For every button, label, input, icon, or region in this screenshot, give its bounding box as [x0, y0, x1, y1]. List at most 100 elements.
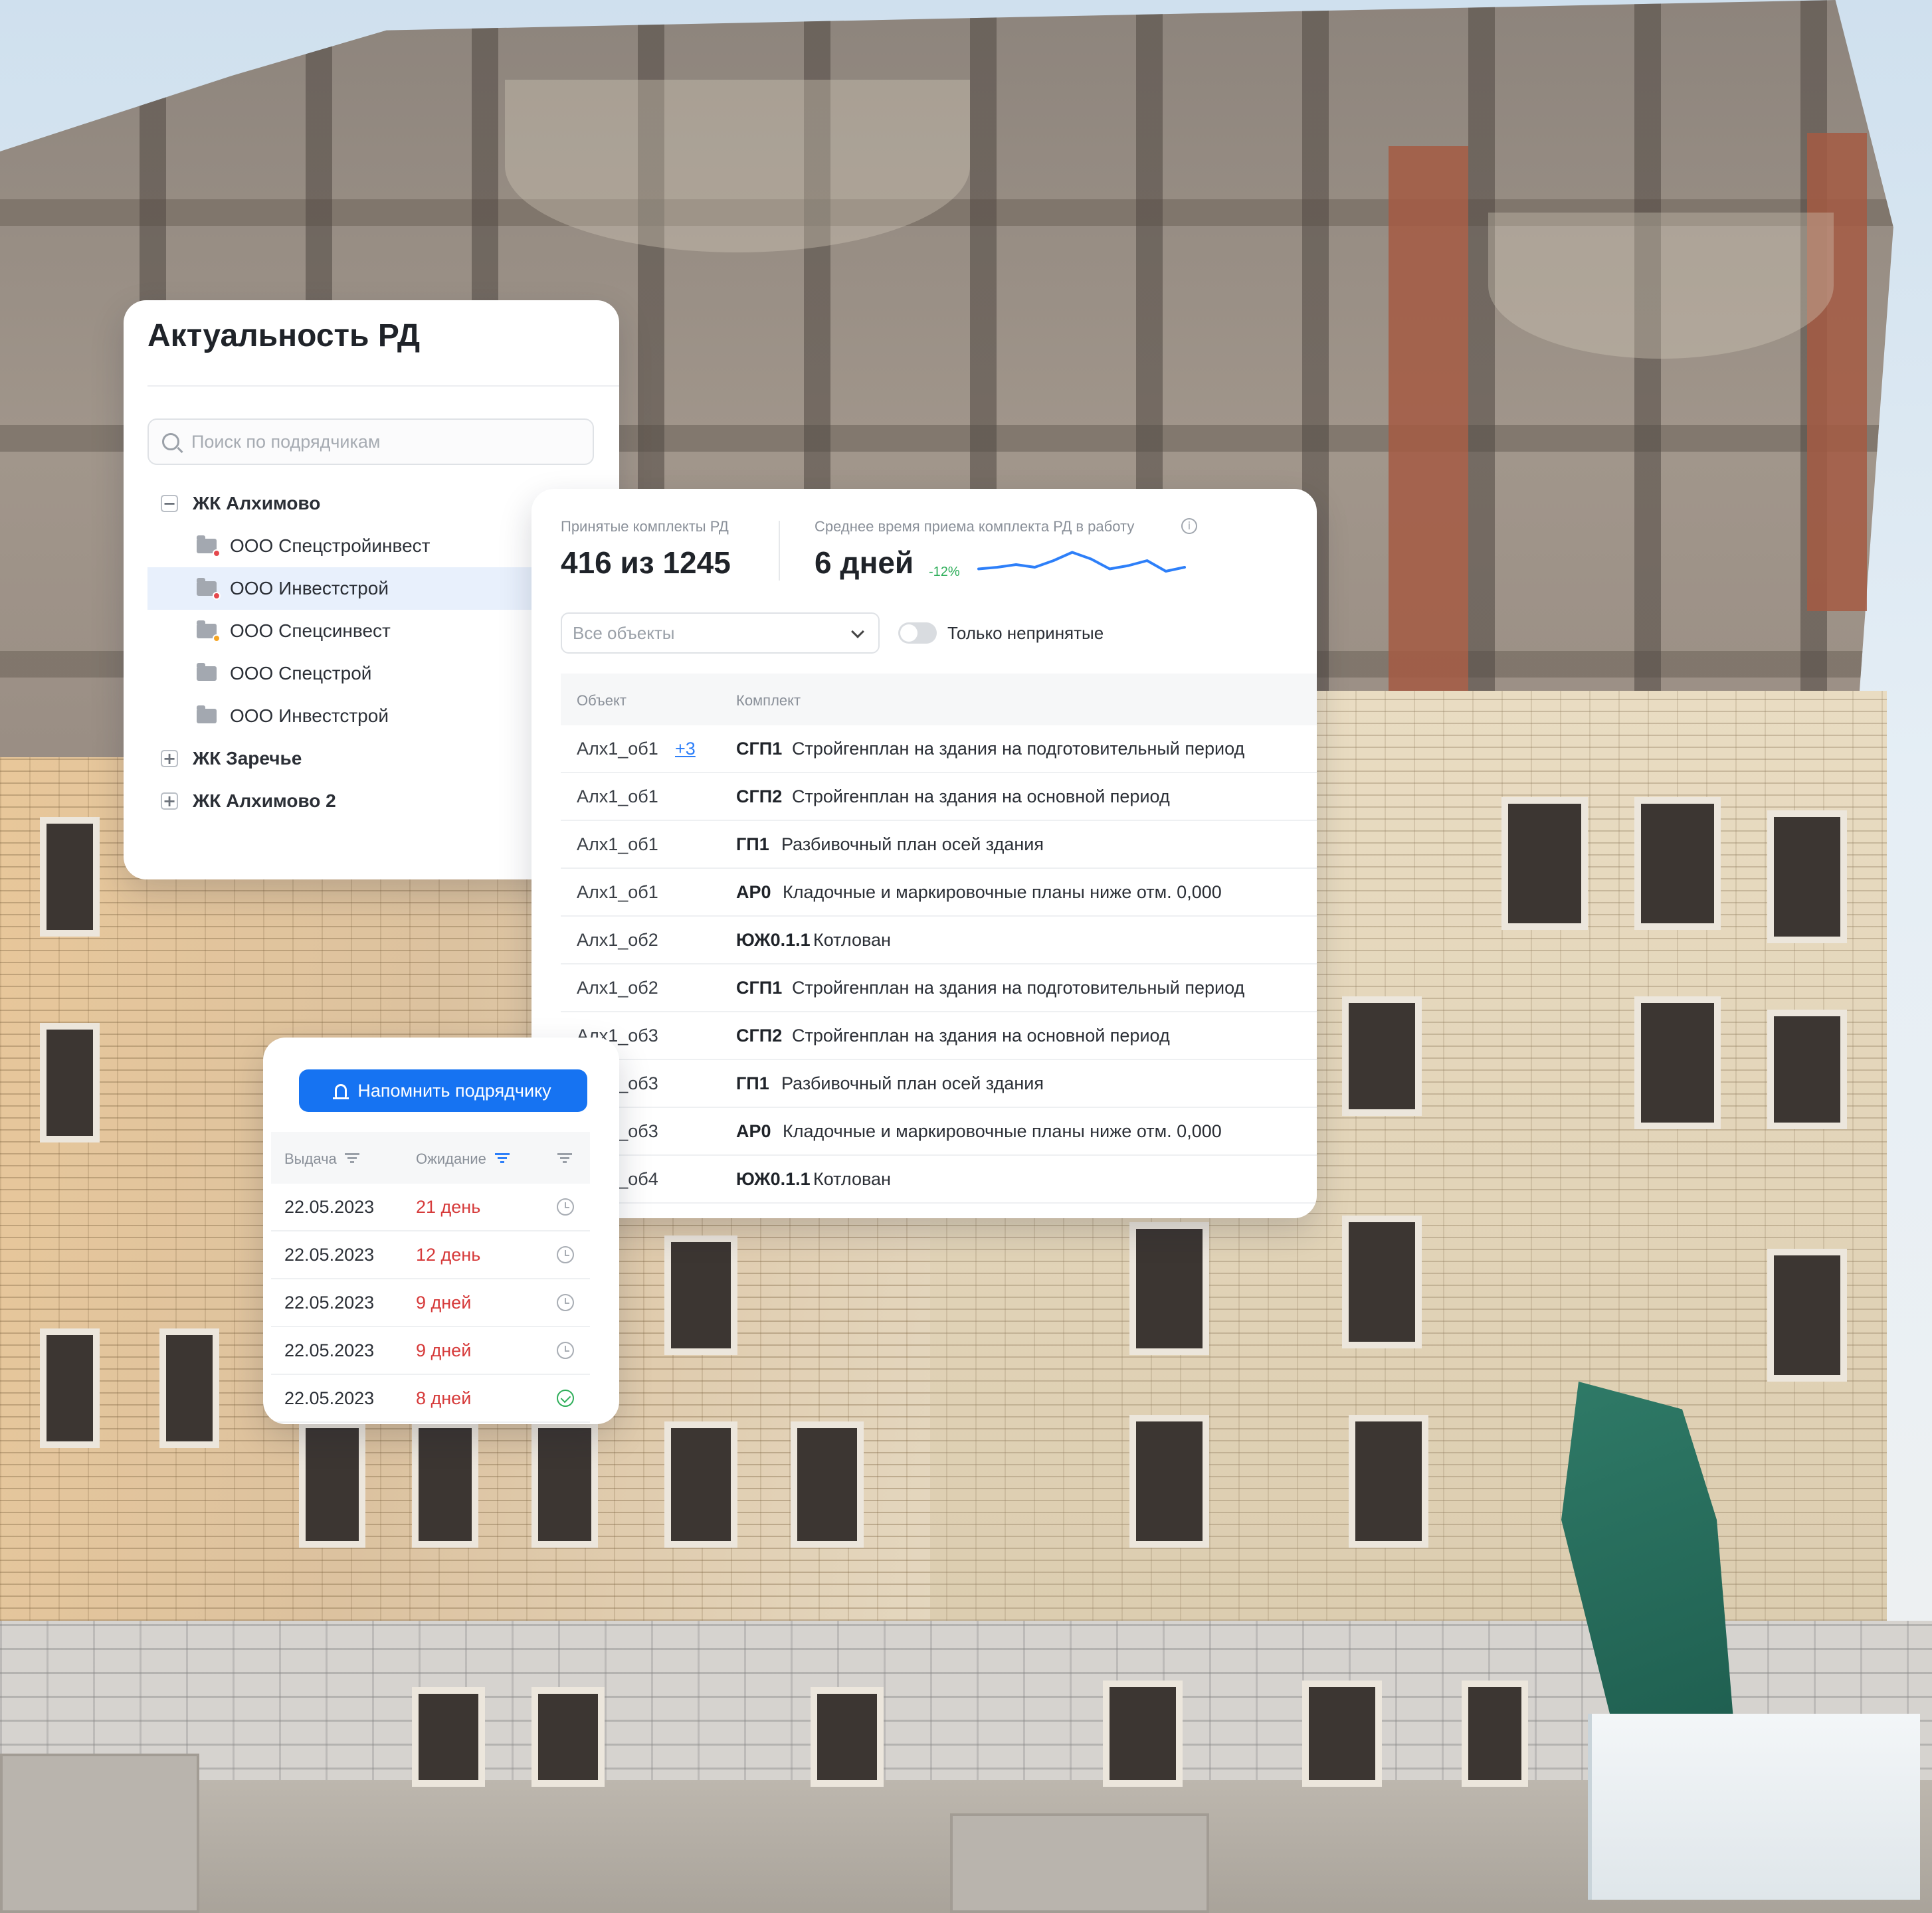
tree-item-label: ООО Спецстройинвест: [230, 535, 431, 556]
tree-item-label: ООО Инвестстрой: [230, 705, 389, 726]
window: [1767, 1010, 1847, 1129]
filter-active-icon[interactable]: [494, 1153, 510, 1164]
contractor-search[interactable]: [147, 418, 594, 465]
kpi-separator: [779, 521, 780, 581]
window: [531, 1687, 605, 1787]
toggle-label: Только непринятые: [947, 623, 1104, 643]
window: [1767, 1249, 1847, 1382]
window: [1103, 1681, 1183, 1787]
tree-item-label: ООО Спецсинвест: [230, 620, 391, 641]
object-filter-value: Все объекты: [573, 622, 675, 643]
cell-object: Алх1_об1: [577, 882, 658, 902]
window: [159, 1328, 219, 1448]
cell-set-code: АР0: [736, 882, 771, 902]
window: [1342, 996, 1422, 1116]
remind-row[interactable]: 22.05.2023 9 дней: [271, 1279, 590, 1327]
clock-icon: [557, 1294, 574, 1311]
table-row[interactable]: Алх1_об3 СГП2 Стройгенплан на здания на ос…: [561, 1012, 1317, 1060]
window: [1342, 1216, 1422, 1348]
cell-issued-date: 22.05.2023: [284, 1340, 375, 1360]
window: [299, 1421, 365, 1548]
col-header-object: Объект: [577, 692, 627, 709]
divider: [147, 385, 619, 387]
cell-waiting: 21 день: [416, 1197, 481, 1217]
folder-icon: [197, 535, 221, 557]
clock-icon: [557, 1198, 574, 1216]
panel-title: Актуальность РД: [147, 318, 421, 353]
remind-row[interactable]: 22.05.2023 12 день: [271, 1231, 590, 1279]
remind-contractor-button[interactable]: Напомнить подрядчику: [299, 1069, 587, 1112]
remind-row[interactable]: 22.05.2023 21 день: [271, 1184, 590, 1231]
table-row[interactable]: Алх1_об2 ЮЖ0.1.1 Котлован: [561, 917, 1317, 964]
window: [40, 1328, 100, 1448]
remind-row[interactable]: 22.05.2023 9 дней: [271, 1327, 590, 1375]
window: [664, 1421, 737, 1548]
window: [40, 817, 100, 937]
cell-set-description: Котлован: [813, 1169, 891, 1189]
window: [664, 1235, 737, 1355]
cell-object: Алх1_об2: [577, 978, 658, 998]
chevron-down-icon: [851, 625, 864, 638]
clock-icon: [557, 1342, 574, 1359]
expand-icon[interactable]: +: [161, 750, 178, 767]
cell-set-description: Стройгенплан на здания на основной перио…: [792, 786, 1170, 806]
cell-issued-date: 22.05.2023: [284, 1245, 375, 1265]
cell-object: Алх1_об1: [577, 834, 658, 854]
table-row[interactable]: Алх1_об4ЮЖ0.1.1Котлован: [561, 1156, 1317, 1204]
table-row[interactable]: Алх1_об3ГП1Разбивочный план осей здания: [561, 1060, 1317, 1108]
tree-group-label: ЖК Алхимово 2: [193, 790, 336, 811]
table-row[interactable]: Алх1_об1 ГП1 Разбивочный план осей здания: [561, 821, 1317, 869]
filter-icon[interactable]: [344, 1153, 360, 1164]
window: [811, 1687, 884, 1787]
concrete-ring: [950, 1813, 1209, 1913]
remind-contractor-panel: Напомнить подрядчику Выдача Ожидание 22.…: [263, 1038, 619, 1424]
safety-net: [505, 80, 970, 252]
window: [1462, 1681, 1528, 1787]
kpi-accepted-label: Принятые комплекты РД: [561, 518, 729, 535]
cell-waiting: 9 дней: [416, 1340, 472, 1360]
cell-issued-date: 22.05.2023: [284, 1388, 375, 1408]
table-header: Объект Комплект: [561, 674, 1317, 725]
kpi-time-delta: -12%: [929, 565, 960, 579]
cell-set-code: СГП1: [736, 739, 783, 759]
window: [1129, 1222, 1209, 1355]
table-row[interactable]: Алх1_об3АР0Кладочные и маркировочные пла…: [561, 1108, 1317, 1156]
cell-waiting: 9 дней: [416, 1293, 472, 1313]
cell-set-description: Разбивочный план осей здания: [781, 834, 1044, 854]
cell-set-description: Стройгенплан на здания на основной перио…: [792, 1026, 1170, 1046]
object-filter-select[interactable]: Все объекты: [561, 612, 880, 654]
window: [1349, 1415, 1428, 1548]
filter-icon[interactable]: [557, 1153, 573, 1164]
cell-set-description: Разбивочный план осей здания: [781, 1073, 1044, 1093]
tree-item-label: ООО Инвестстрой: [230, 578, 389, 598]
brick-column: [1389, 146, 1468, 717]
cell-waiting: 12 день: [416, 1245, 481, 1265]
col-header-issued: Выдача: [284, 1150, 337, 1167]
table-row[interactable]: Алх1_об1 +3 СГП1 Стройгенплан на здания на …: [561, 725, 1317, 773]
cell-set-description: Стройгенплан на здания на подготовительн…: [792, 978, 1245, 998]
expand-icon[interactable]: +: [161, 792, 178, 810]
cell-set-code: СГП2: [736, 1026, 783, 1046]
collapse-icon[interactable]: −: [161, 495, 178, 512]
cell-set-code: СГП1: [736, 978, 783, 998]
tree-group-label: ЖК Алхимово: [193, 493, 321, 513]
tree-group-label: ЖК Заречье: [193, 748, 302, 769]
info-icon[interactable]: i: [1181, 518, 1197, 534]
table-header: Выдача Ожидание: [271, 1132, 590, 1184]
only-unaccepted-toggle[interactable]: [898, 622, 937, 644]
remind-row[interactable]: 22.05.2023 8 дней: [271, 1375, 590, 1423]
cell-object: Алх1_об1: [577, 739, 658, 759]
window: [1634, 996, 1721, 1129]
table-row[interactable]: Алх1_об1 СГП2 Стройгенплан на здания на ос…: [561, 773, 1317, 821]
status-dot-red: [213, 549, 221, 557]
safety-net: [1488, 213, 1834, 359]
folder-icon: [197, 663, 217, 681]
status-dot-red: [213, 592, 221, 600]
table-row[interactable]: Алх1_об1 АР0 Кладочные и маркировочные пла…: [561, 869, 1317, 917]
col-header-set: Комплект: [736, 692, 801, 709]
cell-set-code: СГП2: [736, 786, 783, 806]
more-objects-link[interactable]: +3: [675, 739, 696, 759]
table-row[interactable]: Алх1_об2 СГП1 Стройгенплан на здания на по…: [561, 964, 1317, 1012]
check-circle-icon: [557, 1390, 574, 1407]
search-input[interactable]: [191, 431, 563, 452]
